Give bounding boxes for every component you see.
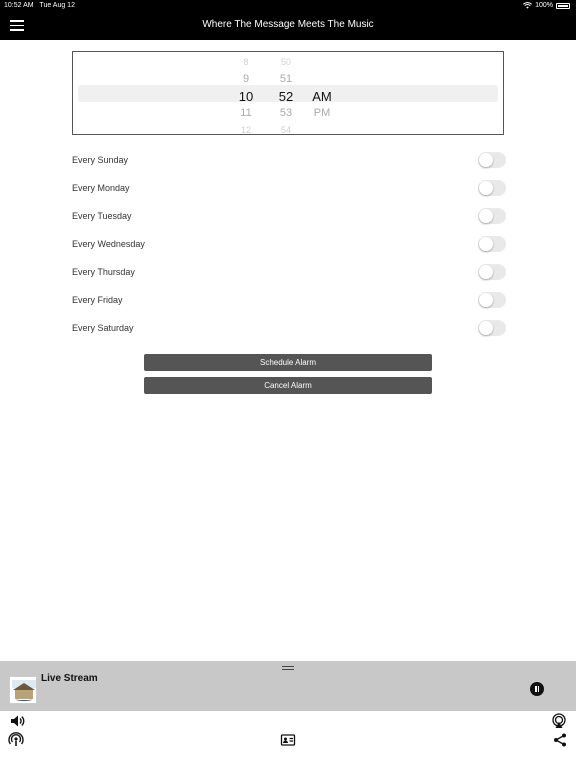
monday-toggle[interactable] bbox=[478, 180, 506, 196]
day-label: Every Thursday bbox=[72, 267, 135, 277]
contact-card-icon[interactable] bbox=[280, 732, 296, 748]
nav-bar: Where The Message Meets The Music bbox=[0, 11, 576, 40]
hour-option[interactable]: 11 bbox=[233, 105, 259, 122]
day-label: Every Sunday bbox=[72, 155, 129, 165]
day-row-monday: Every Monday bbox=[72, 174, 506, 202]
ampm-wheel[interactable]: AM PM bbox=[309, 88, 335, 122]
day-label: Every Monday bbox=[72, 183, 130, 193]
stream-title: Live Stream bbox=[41, 673, 98, 684]
bottom-toolbar bbox=[0, 711, 576, 768]
page-title: Where The Message Meets The Music bbox=[202, 19, 374, 30]
station-artwork bbox=[9, 676, 37, 704]
share-icon[interactable] bbox=[552, 732, 568, 748]
hour-option[interactable]: 9 bbox=[233, 71, 259, 88]
day-label: Every Tuesday bbox=[72, 211, 132, 221]
day-label: Every Friday bbox=[72, 295, 123, 305]
day-label: Every Wednesday bbox=[72, 239, 145, 249]
tuesday-toggle[interactable] bbox=[478, 208, 506, 224]
battery-icon bbox=[556, 2, 570, 9]
minute-option[interactable]: 50 bbox=[273, 54, 299, 71]
hour-option[interactable]: 12 bbox=[233, 122, 259, 134]
day-row-saturday: Every Saturday bbox=[72, 314, 506, 342]
day-row-tuesday: Every Tuesday bbox=[72, 202, 506, 230]
day-label: Every Saturday bbox=[72, 323, 134, 333]
drag-handle-icon[interactable] bbox=[282, 666, 294, 671]
thursday-toggle[interactable] bbox=[478, 264, 506, 280]
hour-option[interactable]: 8 bbox=[233, 54, 259, 71]
friday-toggle[interactable] bbox=[478, 292, 506, 308]
status-date: Tue Aug 12 bbox=[39, 2, 75, 9]
day-row-friday: Every Friday bbox=[72, 286, 506, 314]
time-picker[interactable]: 8 9 10 11 12 50 51 52 53 54 AM PM bbox=[72, 51, 504, 135]
podcast-icon[interactable] bbox=[8, 732, 24, 748]
battery-percent: 100% bbox=[535, 2, 553, 9]
minute-wheel[interactable]: 50 51 52 53 54 bbox=[273, 54, 299, 134]
hour-wheel[interactable]: 8 9 10 11 12 bbox=[233, 54, 259, 134]
day-list: Every Sunday Every Monday Every Tuesday … bbox=[72, 146, 506, 342]
airplay-icon[interactable] bbox=[551, 713, 567, 729]
status-time: 10:52 AM bbox=[4, 2, 34, 9]
minute-selected[interactable]: 52 bbox=[273, 88, 299, 105]
hour-selected[interactable]: 10 bbox=[233, 88, 259, 105]
wednesday-toggle[interactable] bbox=[478, 236, 506, 252]
day-row-sunday: Every Sunday bbox=[72, 146, 506, 174]
saturday-toggle[interactable] bbox=[478, 320, 506, 336]
ampm-selected[interactable]: AM bbox=[309, 88, 335, 105]
wifi-icon bbox=[523, 2, 533, 9]
day-row-thursday: Every Thursday bbox=[72, 258, 506, 286]
ampm-option[interactable]: PM bbox=[309, 105, 335, 122]
minute-option[interactable]: 51 bbox=[273, 71, 299, 88]
status-bar: 10:52 AM Tue Aug 12 100% bbox=[0, 0, 576, 11]
minute-option[interactable]: 54 bbox=[273, 122, 299, 134]
status-right: 100% bbox=[523, 0, 570, 11]
sunday-toggle[interactable] bbox=[478, 152, 506, 168]
pause-icon[interactable] bbox=[530, 682, 544, 696]
status-time-date: 10:52 AM Tue Aug 12 bbox=[4, 0, 75, 11]
minute-option[interactable]: 53 bbox=[273, 105, 299, 122]
mini-player: Live Stream bbox=[0, 661, 576, 711]
volume-icon[interactable] bbox=[9, 713, 25, 729]
schedule-alarm-button[interactable]: Schedule Alarm bbox=[144, 354, 432, 371]
day-row-wednesday: Every Wednesday bbox=[72, 230, 506, 258]
cancel-alarm-button[interactable]: Cancel Alarm bbox=[144, 377, 432, 394]
